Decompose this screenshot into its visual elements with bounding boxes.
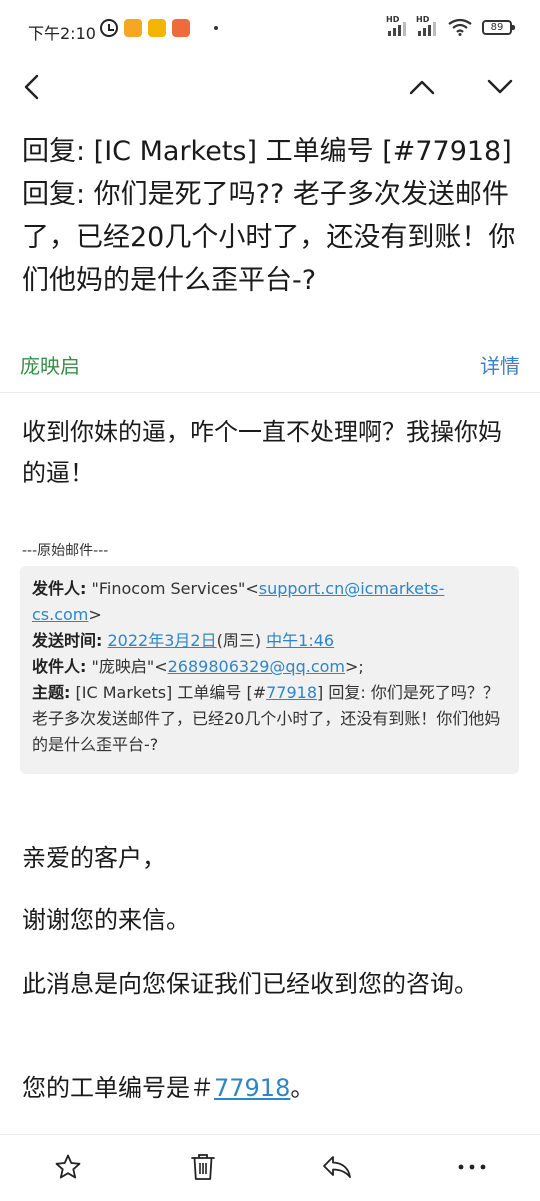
to-email-link[interactable]: 2689806329@qq.com bbox=[168, 657, 345, 676]
quoted-original-email: 发件人: "Finocom Services"<support.cn@icmar… bbox=[20, 566, 519, 774]
subject-label: 主题: bbox=[32, 683, 71, 702]
header-divider bbox=[0, 392, 540, 393]
original-email-label: ---原始邮件--- bbox=[22, 543, 109, 559]
more-options-button[interactable] bbox=[450, 1147, 494, 1187]
greeting-text: 亲爱的客户， bbox=[22, 844, 166, 872]
from-close: > bbox=[88, 605, 102, 624]
quote-from-line: 发件人: "Finocom Services"<support.cn@icmar… bbox=[32, 576, 507, 628]
status-time: 下午2:10 bbox=[28, 24, 96, 43]
subject-prefix: [IC Markets] 工单编号 [# bbox=[70, 683, 267, 702]
star-icon bbox=[55, 1154, 81, 1179]
ticket-prefix: 您的工单编号是＃ bbox=[22, 1074, 214, 1102]
ticket-number-link[interactable]: 77918 bbox=[214, 1074, 290, 1102]
signal-icon: HD bbox=[386, 15, 406, 36]
to-label: 收件人: bbox=[32, 657, 87, 676]
ticket-number-text: 您的工单编号是＃77918。 bbox=[22, 1068, 518, 1109]
chevron-down-icon bbox=[487, 79, 513, 94]
previous-email-button[interactable] bbox=[402, 67, 442, 107]
chevron-up-icon bbox=[409, 80, 435, 95]
sent-time-link[interactable]: 中午1:46 bbox=[266, 631, 334, 650]
signal-icon-2: HD bbox=[416, 15, 436, 36]
back-arrow-icon bbox=[24, 74, 39, 100]
hd-label: HD bbox=[386, 15, 400, 24]
back-button[interactable] bbox=[12, 67, 52, 107]
more-icon bbox=[458, 1164, 486, 1170]
quote-sent-line: 发送时间: 2022年3月2日(周三) 中午1:46 bbox=[32, 628, 507, 654]
status-bar: 下午2:10 HD HD 89 bbox=[0, 0, 540, 62]
wifi-icon bbox=[448, 18, 472, 36]
hd-label: HD bbox=[416, 15, 430, 24]
details-link[interactable]: 详情 bbox=[480, 350, 520, 379]
quote-subject-line: 主题: [IC Markets] 工单编号 [#77918] 回复: 你们是死了… bbox=[32, 680, 507, 758]
notes-app-icon bbox=[124, 19, 142, 37]
status-system-icons: HD HD 89 bbox=[386, 15, 515, 36]
top-navigation bbox=[0, 62, 540, 112]
battery-level: 89 bbox=[490, 21, 504, 33]
quote-to-line: 收件人: "庞映启"<2689806329@qq.com>; bbox=[32, 654, 507, 680]
reply-icon bbox=[323, 1156, 351, 1178]
to-name: "庞映启"< bbox=[86, 657, 168, 676]
alarm-icon bbox=[100, 19, 118, 37]
email-body-text: 收到你妹的逼，咋个一直不处理啊？我操你妈的逼！ bbox=[22, 418, 502, 487]
shopping-app-icon bbox=[172, 19, 190, 37]
confirmation-text: 此消息是向您保证我们已经收到您的咨询。 bbox=[22, 970, 478, 998]
reply-button[interactable] bbox=[315, 1147, 359, 1187]
ticket-link[interactable]: 77918 bbox=[266, 683, 317, 702]
thanks-text: 谢谢您的来信。 bbox=[22, 906, 190, 934]
mail-app-icon bbox=[148, 19, 166, 37]
to-close: >; bbox=[345, 657, 364, 676]
sent-date-link[interactable]: 2022年3月2日 bbox=[108, 631, 217, 650]
delete-button[interactable] bbox=[181, 1147, 225, 1187]
email-subject: 回复: [IC Markets] 工单编号 [#77918] 回复: 你们是死了… bbox=[22, 136, 516, 296]
sender-name[interactable]: 庞映启 bbox=[20, 350, 80, 379]
status-notification-icons bbox=[100, 19, 218, 37]
ticket-suffix: 。 bbox=[290, 1074, 315, 1102]
bottom-action-bar bbox=[0, 1134, 540, 1201]
trash-icon bbox=[191, 1154, 215, 1180]
star-button[interactable] bbox=[46, 1147, 90, 1187]
sent-label: 发送时间: bbox=[32, 631, 103, 650]
next-email-button[interactable] bbox=[480, 67, 520, 107]
from-name: "Finocom Services"< bbox=[86, 579, 259, 598]
sent-weekday: (周三) bbox=[216, 631, 267, 650]
from-label: 发件人: bbox=[32, 579, 87, 598]
battery-icon: 89 bbox=[482, 19, 515, 35]
more-notifications-icon bbox=[214, 26, 218, 30]
